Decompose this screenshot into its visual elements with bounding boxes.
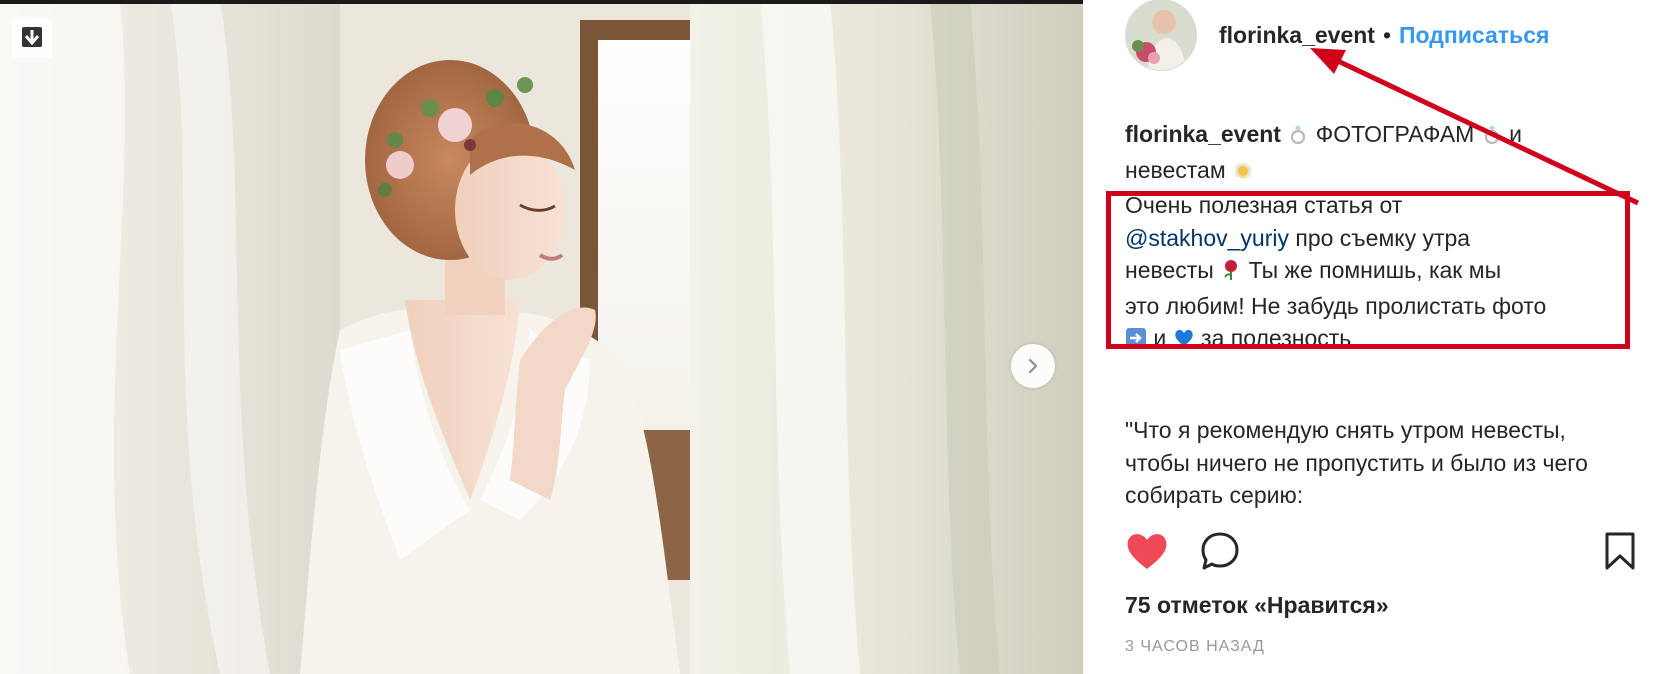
post-photo[interactable] (0, 0, 1083, 674)
download-arrow-icon (22, 27, 42, 47)
likes-count[interactable]: 75 отметок «Нравится» (1125, 592, 1389, 619)
save-button[interactable] (1603, 530, 1637, 577)
caption-p6-and: и (1153, 325, 1167, 351)
caption-line1-and: и (1509, 121, 1522, 147)
comment-icon (1201, 532, 1239, 570)
caption-line1-text: ФОТОГРАФАМ (1315, 121, 1475, 147)
caption-p2: про съемку утра (1295, 224, 1471, 251)
post-timestamp: 3 ЧАСОВ НАЗАД (1125, 638, 1265, 655)
header-separator: • (1382, 21, 1392, 48)
caption-p1: Очень полезная статья от (1125, 192, 1403, 218)
post-actions-bar (1125, 530, 1635, 574)
photo-top-border (0, 0, 1083, 4)
avatar-image (1126, 0, 1196, 70)
caption-mention-link[interactable]: @stakhov_yuriy (1125, 225, 1289, 251)
comment-button[interactable] (1199, 530, 1241, 577)
download-button[interactable] (12, 18, 52, 58)
caption-p3: невесты (1125, 257, 1214, 283)
caption-p5: это любим! Не забудь пролистать фото (1125, 292, 1547, 319)
avatar[interactable] (1125, 0, 1197, 71)
chevron-right-icon (1028, 358, 1038, 374)
post-info-panel: florinka_event • Подписаться florinka_ev… (1083, 0, 1666, 674)
post-header: florinka_event • Подписаться (1125, 0, 1549, 71)
caption-username[interactable]: florinka_event (1125, 121, 1281, 147)
bride-emoji-icon (1232, 157, 1254, 190)
follow-button[interactable]: Подписаться (1399, 22, 1549, 49)
heart-filled-icon (1127, 534, 1167, 569)
blue-heart-emoji-icon (1173, 325, 1195, 358)
right-arrow-emoji-icon (1125, 325, 1147, 358)
caption-line2-text: невестам (1125, 156, 1226, 183)
post-caption: florinka_event ФОТОГРАФАМ и невестам Оче… (1125, 118, 1635, 358)
bookmark-icon (1605, 532, 1635, 570)
caption-p6-end: за полезность (1201, 325, 1352, 351)
caption-p4: Ты же помнишь, как мы (1248, 257, 1502, 283)
ring-emoji-icon (1481, 121, 1503, 154)
next-photo-button[interactable] (1011, 344, 1055, 388)
rose-emoji-icon (1220, 257, 1242, 290)
header-username[interactable]: florinka_event (1219, 22, 1375, 49)
like-button[interactable] (1125, 530, 1169, 577)
bride-photo-image (0, 0, 1083, 674)
caption-quote-text: "Что я рекомендую снять утром невесты, ч… (1125, 417, 1588, 508)
ring-emoji-icon (1287, 121, 1309, 154)
